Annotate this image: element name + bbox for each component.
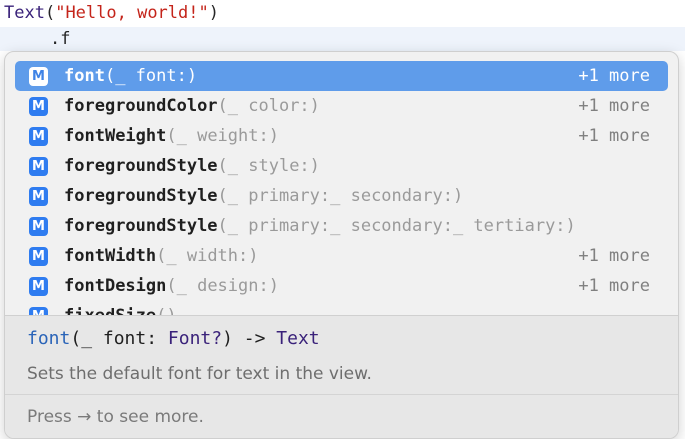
- method-kind-icon: M: [29, 96, 48, 116]
- method-arguments: (_ width:): [156, 246, 259, 266]
- method-arguments: (_ color:): [217, 96, 320, 116]
- method-name-rest: ontWidth: [74, 246, 157, 266]
- completion-signature: foregroundStyle(_ style:): [64, 156, 668, 176]
- method-kind-icon: M: [29, 186, 48, 206]
- method-name-rest: ixedSize: [74, 306, 156, 315]
- method-name-rest: oregroundStyle: [74, 156, 218, 176]
- completion-item[interactable]: Mfont(_ font:) +1 more: [15, 61, 668, 91]
- code-string-literal: "Hello, world!": [55, 3, 209, 23]
- match-highlight: f: [64, 306, 74, 315]
- method-kind-icon: M: [29, 66, 48, 86]
- method-name-rest: ontWeight: [74, 126, 167, 146]
- decl-function-name: font: [27, 328, 71, 349]
- completion-signature: foregroundStyle(_ primary:_ secondary:): [64, 186, 668, 206]
- overload-count: +1 more: [578, 126, 650, 146]
- code-close-paren: ): [208, 3, 219, 23]
- completion-signature: foregroundStyle(_ primary:_ secondary:_ …: [64, 216, 668, 236]
- see-more-hint: Press → to see more.: [27, 407, 204, 427]
- method-name-rest: oregroundColor: [74, 96, 218, 116]
- method-name-rest: oregroundStyle: [74, 216, 218, 236]
- overload-count: +1 more: [578, 96, 650, 116]
- code-type-name: Text: [4, 3, 45, 23]
- method-arguments: (_ primary:_ secondary:): [217, 186, 464, 206]
- method-kind-icon: M: [29, 276, 48, 296]
- method-name-rest: ontDesign: [74, 276, 167, 296]
- match-highlight: f: [64, 246, 75, 266]
- match-highlight: f: [64, 126, 75, 146]
- method-name-rest: ont: [74, 66, 105, 86]
- completion-signature: fixedSize(): [64, 306, 668, 315]
- completion-item[interactable]: MforegroundColor(_ color:) +1 more: [15, 91, 668, 121]
- completion-item[interactable]: MfontWeight(_ weight:) +1 more: [15, 121, 668, 151]
- match-highlight: f: [64, 66, 75, 86]
- method-kind-icon: M: [29, 306, 48, 315]
- overload-count: +1 more: [578, 276, 650, 296]
- method-kind-icon: M: [29, 126, 48, 146]
- completion-item[interactable]: MfontDesign(_ design:) +1 more: [15, 271, 668, 301]
- completion-item[interactable]: MfontWidth(_ width:) +1 more: [15, 241, 668, 271]
- completion-item[interactable]: MfixedSize(): [15, 301, 668, 315]
- match-highlight: f: [64, 156, 75, 176]
- method-kind-icon: M: [29, 216, 48, 236]
- method-kind-icon: M: [29, 246, 48, 266]
- code-open-paren: (: [44, 3, 56, 23]
- decl-params-end: ) ->: [222, 328, 277, 349]
- match-highlight: f: [64, 186, 75, 206]
- overload-count: +1 more: [578, 246, 650, 266]
- completion-item[interactable]: MforegroundStyle(_ primary:_ secondary:_…: [15, 211, 668, 241]
- completion-list[interactable]: Mfont(_ font:) +1 more MforegroundColor(_ …: [5, 61, 678, 315]
- completion-declaration: font(_ font: Font?) -> Text: [27, 328, 320, 349]
- method-arguments: (_ design:): [166, 276, 279, 296]
- code-completion-popup: Mfont(_ font:) +1 more MforegroundColor(_ …: [4, 51, 679, 439]
- match-highlight: f: [64, 96, 75, 116]
- method-kind-icon: M: [29, 156, 48, 176]
- match-highlight: f: [64, 276, 75, 296]
- method-arguments: (_ font:): [104, 66, 198, 86]
- decl-params-start: (_ font:: [70, 328, 168, 349]
- decl-param-type: Font?: [167, 328, 223, 349]
- method-arguments: (_ weight:): [166, 126, 279, 146]
- method-name-rest: oregroundStyle: [74, 186, 218, 206]
- method-arguments: (): [156, 306, 176, 315]
- detail-divider: [5, 394, 678, 395]
- completion-item[interactable]: MforegroundStyle(_ style:): [15, 151, 668, 181]
- method-arguments: (_ style:): [217, 156, 320, 176]
- completion-description: Sets the default font for text in the vi…: [27, 364, 372, 384]
- overload-count: +1 more: [578, 66, 650, 86]
- match-highlight: f: [64, 216, 75, 236]
- completion-detail-panel: font(_ font: Font?) -> Text Sets the def…: [5, 315, 678, 438]
- code-line-2[interactable]: .f: [50, 27, 70, 51]
- code-line-1[interactable]: Text("Hello, world!"): [4, 1, 219, 25]
- decl-return-type: Text: [276, 328, 320, 349]
- completion-item[interactable]: MforegroundStyle(_ primary:_ secondary:): [15, 181, 668, 211]
- method-arguments: (_ primary:_ secondary:_ tertiary:): [217, 216, 576, 236]
- current-line-highlight: [0, 27, 685, 51]
